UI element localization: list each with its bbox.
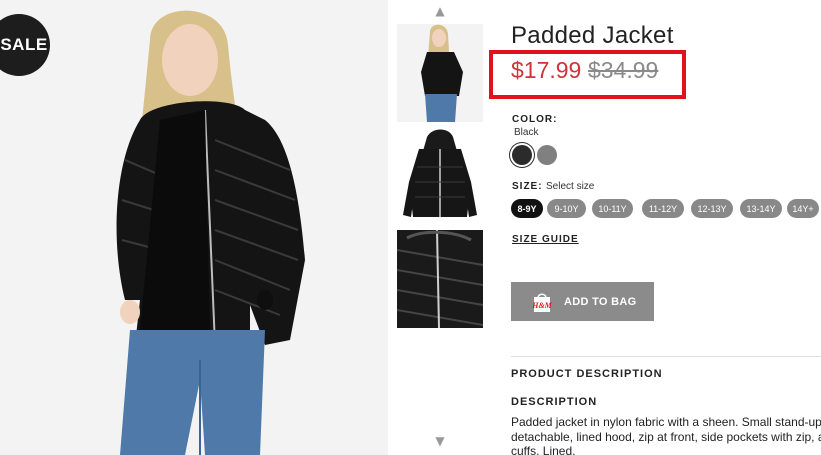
thumbnail-image — [397, 230, 483, 328]
thumbnail-model[interactable] — [397, 24, 483, 122]
shopping-bag-icon: H&M — [531, 291, 553, 313]
thumbnail-image — [397, 24, 483, 122]
size-option-11-12y[interactable]: 11-12Y — [642, 199, 684, 218]
size-option-13-14y[interactable]: 13-14Y — [740, 199, 782, 218]
product-description-heading[interactable]: PRODUCT DESCRIPTION — [511, 368, 663, 380]
size-option-14y-plus[interactable]: 14Y+ — [787, 199, 819, 218]
color-label: COLOR: — [512, 114, 558, 125]
original-price: $34.99 — [588, 57, 659, 83]
color-selected-value: Black — [514, 127, 539, 138]
size-guide-link[interactable]: SIZE GUIDE — [512, 234, 579, 245]
chevron-down-icon[interactable]: ▼ — [397, 434, 483, 448]
model-photo — [0, 0, 388, 455]
add-to-bag-label: ADD TO BAG — [564, 295, 637, 308]
section-divider — [511, 356, 821, 357]
description-heading: DESCRIPTION — [511, 396, 598, 408]
brand-logo: H&M — [531, 301, 552, 310]
color-swatch-grey[interactable] — [537, 145, 557, 165]
sale-price: $17.99 — [511, 57, 582, 83]
add-to-bag-button[interactable]: H&M ADD TO BAG — [511, 282, 654, 321]
size-label: SIZE: — [512, 181, 543, 192]
thumbnail-jacket-front[interactable] — [397, 127, 483, 225]
size-hint: Select size — [546, 181, 595, 192]
product-main-image[interactable]: SALE — [0, 0, 388, 455]
thumbnail-image — [397, 127, 483, 225]
size-option-12-13y[interactable]: 12-13Y — [691, 199, 733, 218]
size-option-9-10y[interactable]: 9-10Y — [547, 199, 586, 218]
thumbnail-strip: ▲ ▼ — [397, 0, 483, 455]
thumbnail-jacket-detail[interactable] — [397, 230, 483, 328]
color-swatch-black[interactable] — [512, 145, 532, 165]
chevron-up-icon[interactable]: ▲ — [397, 4, 483, 18]
size-option-8-9y[interactable]: 8-9Y — [511, 199, 543, 218]
product-title: Padded Jacket — [511, 22, 674, 49]
description-text: Padded jacket in nylon fabric with a she… — [511, 415, 821, 455]
size-option-10-11y[interactable]: 10-11Y — [592, 199, 633, 218]
